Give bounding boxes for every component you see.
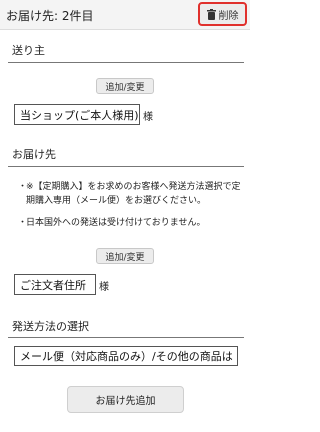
add-destination-button[interactable]: お届け先追加 — [67, 386, 184, 413]
sender-section-title: 送り主 — [12, 44, 45, 57]
divider — [8, 62, 244, 63]
recipient-section-title: お届け先 — [12, 148, 56, 161]
shipping-section-title: 発送方法の選択 — [12, 320, 89, 333]
divider — [8, 166, 244, 167]
recipient-select[interactable]: ご注文者住所 — [14, 274, 96, 295]
delete-button[interactable]: 削除 — [198, 2, 247, 26]
trash-icon — [206, 8, 216, 20]
note-text: 日本国外への発送は受け付けておりません。 — [26, 218, 206, 228]
page-title: お届け先: 2件目 — [6, 9, 94, 23]
sender-select[interactable]: 当ショップ(ご本人様用) — [14, 104, 140, 125]
shipping-notes: ・ ※【定期購入】をお求めのお客様へ発送方法選択で定期購入専用（メール便）をお選… — [18, 180, 248, 230]
delete-button-label: 削除 — [218, 10, 239, 22]
note-item: ・ ※【定期購入】をお求めのお客様へ発送方法選択で定期購入専用（メール便）をお選… — [18, 182, 241, 206]
recipient-honorific: 様 — [99, 282, 109, 293]
recipient-change-button[interactable]: 追加/変更 — [96, 248, 154, 264]
note-item: ・ 日本国外への発送は受け付けておりません。 — [18, 218, 206, 228]
divider — [8, 337, 244, 338]
sender-honorific: 様 — [143, 112, 153, 123]
header-bar: お届け先: 2件目 削除 — [0, 0, 250, 30]
sender-change-button[interactable]: 追加/変更 — [96, 78, 154, 94]
note-text: ※【定期購入】をお求めのお客様へ発送方法選択で定期購入専用（メール便）をお選びく… — [26, 182, 241, 206]
shipping-method-select[interactable]: メール便（対応商品のみ）/その他の商品は — [14, 346, 238, 366]
